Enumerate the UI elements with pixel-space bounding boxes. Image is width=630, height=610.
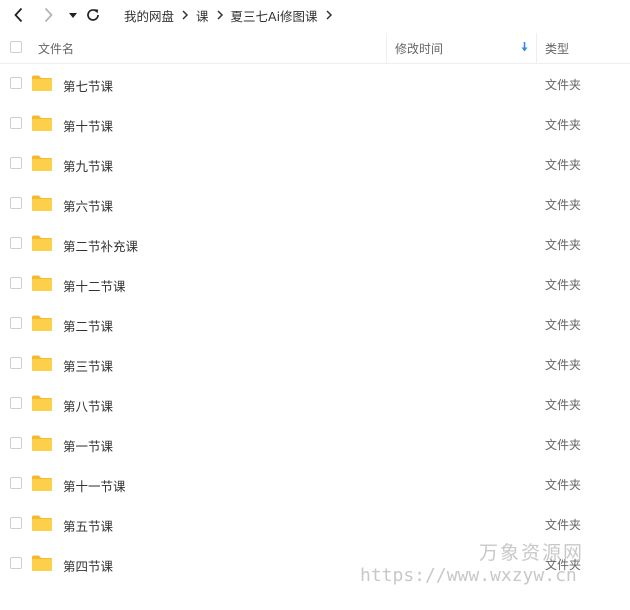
watermark-url: https://www.wxzyw.cn xyxy=(360,565,577,586)
breadcrumb-chevron-icon xyxy=(216,10,224,20)
breadcrumb-expand-chevron-icon[interactable] xyxy=(325,10,333,20)
file-row[interactable]: 第二节课 文件夹 xyxy=(0,304,630,344)
row-checkbox[interactable] xyxy=(10,117,22,129)
file-row[interactable]: 第十二节课 文件夹 xyxy=(0,264,630,304)
folder-icon xyxy=(32,515,52,531)
row-checkbox[interactable] xyxy=(10,317,22,329)
file-name[interactable]: 第十一节课 xyxy=(63,476,126,495)
file-type: 文件夹 xyxy=(545,318,582,332)
file-row[interactable]: 第十节课 文件夹 xyxy=(0,104,630,144)
row-checkbox[interactable] xyxy=(10,397,22,409)
folder-icon xyxy=(32,115,52,131)
row-checkbox[interactable] xyxy=(10,277,22,289)
toolbar: 我的网盘 课 夏三七Ai修图课 xyxy=(0,0,630,30)
file-type: 文件夹 xyxy=(545,358,582,372)
back-button[interactable] xyxy=(10,6,28,24)
folder-icon xyxy=(32,475,52,491)
file-name[interactable]: 第五节课 xyxy=(63,516,113,535)
folder-icon xyxy=(32,355,52,371)
refresh-icon xyxy=(87,9,99,21)
row-checkbox[interactable] xyxy=(10,477,22,489)
refresh-button[interactable] xyxy=(84,6,102,24)
column-header-modified[interactable]: 修改时间 xyxy=(395,40,443,57)
row-checkbox[interactable] xyxy=(10,197,22,209)
file-row[interactable]: 第八节课 文件夹 xyxy=(0,384,630,424)
folder-icon xyxy=(32,235,52,251)
folder-icon xyxy=(32,555,52,571)
file-type: 文件夹 xyxy=(545,438,582,452)
file-row[interactable]: 第三节课 文件夹 xyxy=(0,344,630,384)
folder-icon xyxy=(32,275,52,291)
folder-icon xyxy=(32,195,52,211)
file-name[interactable]: 第二节课 xyxy=(63,316,113,335)
column-header-filename[interactable]: 文件名 xyxy=(38,40,74,57)
sort-descending-icon[interactable] xyxy=(520,41,529,53)
breadcrumb-item-my-drive[interactable]: 我的网盘 xyxy=(124,6,174,25)
file-type: 文件夹 xyxy=(545,78,582,92)
folder-icon xyxy=(32,155,52,171)
breadcrumb: 我的网盘 课 夏三七Ai修图课 xyxy=(124,5,340,25)
file-row[interactable]: 第七节课 文件夹 xyxy=(0,64,630,104)
file-name[interactable]: 第十二节课 xyxy=(63,276,126,295)
file-type: 文件夹 xyxy=(545,478,582,492)
folder-icon xyxy=(32,395,52,411)
column-divider[interactable] xyxy=(536,33,537,63)
forward-button[interactable] xyxy=(39,6,57,24)
row-checkbox[interactable] xyxy=(10,557,22,569)
file-name[interactable]: 第十节课 xyxy=(63,116,113,135)
file-list-header: 文件名 修改时间 类型 xyxy=(0,33,630,64)
file-type: 文件夹 xyxy=(545,398,582,412)
watermark-brand: 万象资源网 xyxy=(479,542,585,564)
breadcrumb-chevron-icon xyxy=(181,10,189,20)
row-checkbox[interactable] xyxy=(10,437,22,449)
file-type: 文件夹 xyxy=(545,158,582,172)
file-type: 文件夹 xyxy=(545,198,582,212)
row-checkbox[interactable] xyxy=(10,237,22,249)
column-divider[interactable] xyxy=(386,33,387,63)
chevron-right-icon xyxy=(44,7,53,23)
folder-icon xyxy=(32,75,52,91)
file-name[interactable]: 第四节课 xyxy=(63,556,113,575)
file-row[interactable]: 第二节补充课 文件夹 xyxy=(0,224,630,264)
file-row[interactable]: 第六节课 文件夹 xyxy=(0,184,630,224)
row-checkbox[interactable] xyxy=(10,357,22,369)
file-name[interactable]: 第二节补充课 xyxy=(63,236,138,255)
history-dropdown-button[interactable] xyxy=(64,6,82,24)
chevron-left-icon xyxy=(14,7,23,23)
file-list: 第七节课 文件夹 第十节课 文件夹 第九节课 文件夹 第六节课 文件夹 第二节补充课 文件夹 第十二… xyxy=(0,64,630,584)
row-checkbox[interactable] xyxy=(10,517,22,529)
select-all-checkbox[interactable] xyxy=(10,41,22,53)
column-header-type[interactable]: 类型 xyxy=(545,40,569,57)
file-name[interactable]: 第九节课 xyxy=(63,156,113,175)
file-row[interactable]: 第九节课 文件夹 xyxy=(0,144,630,184)
breadcrumb-item-current-folder[interactable]: 夏三七Ai修图课 xyxy=(231,6,318,25)
file-type: 文件夹 xyxy=(545,518,582,532)
file-name[interactable]: 第六节课 xyxy=(63,196,113,215)
file-name[interactable]: 第七节课 xyxy=(63,76,113,95)
row-checkbox[interactable] xyxy=(10,157,22,169)
file-type: 文件夹 xyxy=(545,238,582,252)
file-type: 文件夹 xyxy=(545,118,582,132)
file-name[interactable]: 第八节课 xyxy=(63,396,113,415)
caret-down-icon xyxy=(69,13,77,18)
file-row[interactable]: 第一节课 文件夹 xyxy=(0,424,630,464)
folder-icon xyxy=(32,315,52,331)
file-type: 文件夹 xyxy=(545,278,582,292)
row-checkbox[interactable] xyxy=(10,77,22,89)
folder-icon xyxy=(32,435,52,451)
file-name[interactable]: 第一节课 xyxy=(63,436,113,455)
file-row[interactable]: 第十一节课 文件夹 xyxy=(0,464,630,504)
breadcrumb-item-course[interactable]: 课 xyxy=(196,6,209,25)
file-name[interactable]: 第三节课 xyxy=(63,356,113,375)
